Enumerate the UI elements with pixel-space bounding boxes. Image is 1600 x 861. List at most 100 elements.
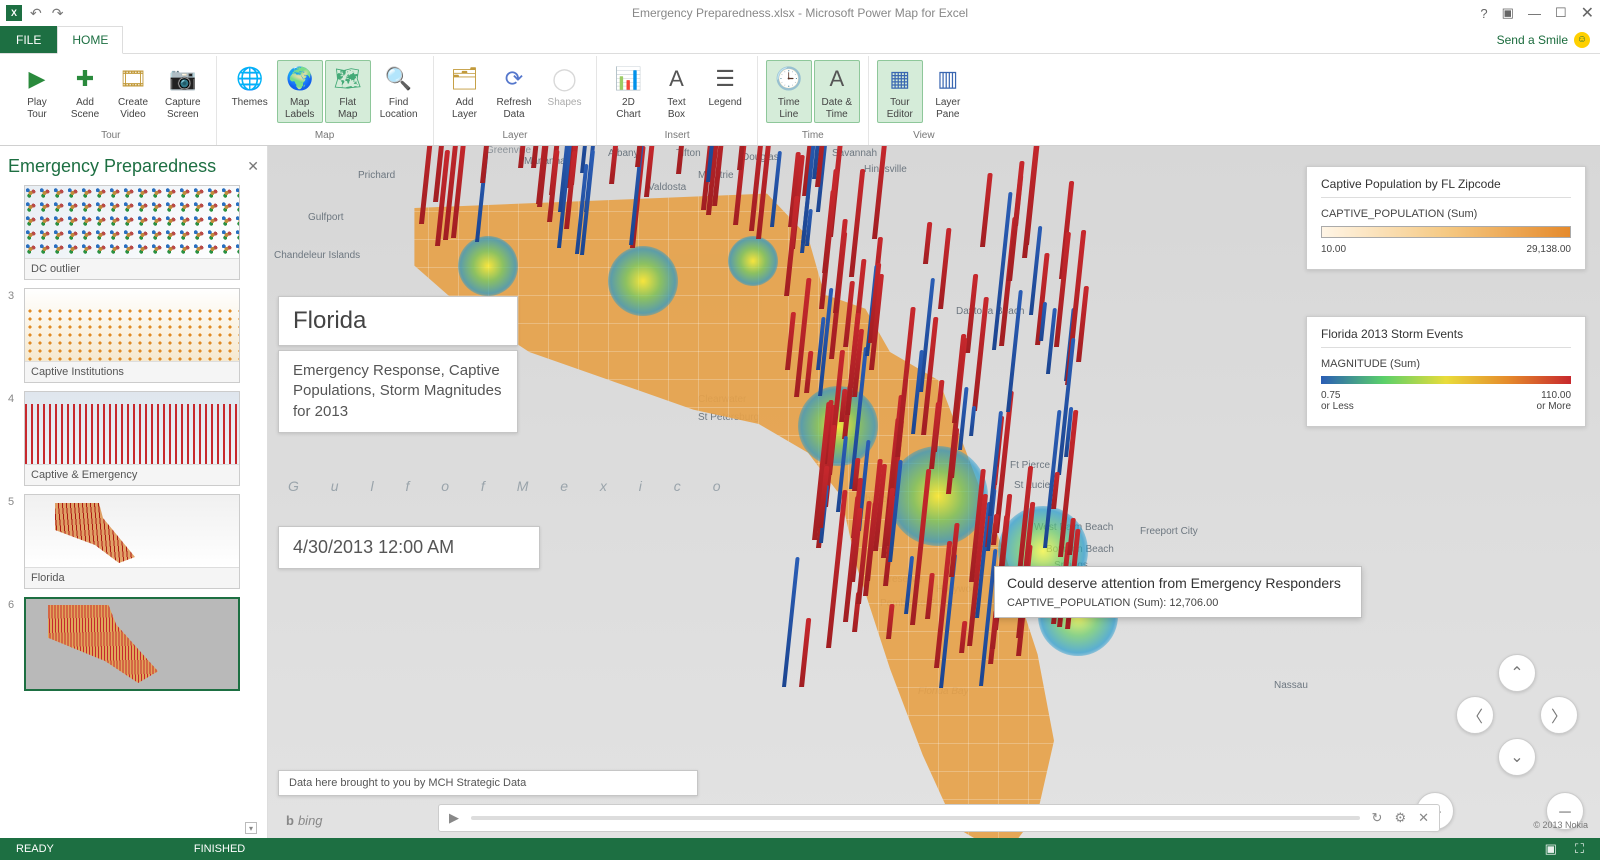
legend-captive-population[interactable]: Captive Population by FL Zipcode CAPTIVE… xyxy=(1306,166,1586,270)
description-box[interactable]: Emergency Response, Captive Populations,… xyxy=(278,350,518,433)
region-title-box[interactable]: Florida xyxy=(278,296,518,346)
legend-button[interactable]: ☰Legend xyxy=(701,60,748,112)
legend-field: CAPTIVE_POPULATION (Sum) xyxy=(1321,208,1571,220)
play-tour-button[interactable]: ▶Play Tour xyxy=(14,60,60,123)
legend-min: 0.75or Less xyxy=(1321,390,1354,412)
map-labels-button[interactable]: 🌍Map Labels xyxy=(277,60,323,123)
add-layer-button[interactable]: 🗂Add Layer xyxy=(442,60,488,123)
map-navigation: ⌃ 〈 〉 ⌄ xyxy=(1456,654,1580,778)
status-ready: READY xyxy=(16,843,54,855)
group-layer-label: Layer xyxy=(502,128,527,145)
loop-icon[interactable]: ↻ xyxy=(1372,810,1383,826)
themes-button[interactable]: 🌐Themes xyxy=(225,60,275,112)
group-view-label: View xyxy=(913,128,935,145)
redo-icon[interactable]: ↷ xyxy=(52,5,64,22)
scene-number xyxy=(8,185,18,187)
legend-gradient xyxy=(1321,226,1571,238)
scene-thumb-captive-emergency[interactable]: Captive & Emergency xyxy=(24,391,240,486)
legend-storm-events[interactable]: Florida 2013 Storm Events MAGNITUDE (Sum… xyxy=(1306,316,1586,427)
pan-left-button[interactable]: 〈 xyxy=(1456,696,1494,734)
scene-caption: Florida xyxy=(25,567,239,588)
scene-thumb-captive-institutions[interactable]: Captive Institutions xyxy=(24,288,240,383)
scene-pane-close-icon[interactable]: ✕ xyxy=(247,158,259,175)
globe-icon: 🌐 xyxy=(234,63,266,95)
find-location-button[interactable]: 🔍Find Location xyxy=(373,60,425,123)
close-icon[interactable]: ✕ xyxy=(1581,3,1594,23)
ribbon: ▶Play Tour ✚Add Scene 🎞Create Video 📷Cap… xyxy=(0,54,1600,146)
credit-text: Data here brought to you by MCH Strategi… xyxy=(289,777,526,789)
scene-scroll-down-icon[interactable]: ▾ xyxy=(245,822,257,834)
timeline-track[interactable] xyxy=(471,816,1360,820)
search-globe-icon: 🔍 xyxy=(383,63,415,95)
pan-right-button[interactable]: 〉 xyxy=(1540,696,1578,734)
send-a-smile[interactable]: Send a Smile ☺ xyxy=(1497,32,1590,48)
refresh-data-button[interactable]: ⟳Refresh Data xyxy=(490,60,539,123)
legend-field: MAGNITUDE (Sum) xyxy=(1321,358,1571,370)
tour-editor-button[interactable]: ▦Tour Editor xyxy=(877,60,923,123)
scene-thumb-dc-outlier[interactable]: DC outlier xyxy=(24,185,240,280)
scene-number: 4 xyxy=(8,391,18,405)
time-line-button[interactable]: 🕒Time Line xyxy=(766,60,812,123)
timeline-playbar[interactable]: ▶ ↻ ⚙ ✕ xyxy=(438,804,1440,832)
capture-screen-button[interactable]: 📷Capture Screen xyxy=(158,60,208,123)
scene-pane-title: Emergency Preparedness xyxy=(8,156,216,177)
excel-app-icon: X xyxy=(6,5,22,21)
create-video-button[interactable]: 🎞Create Video xyxy=(110,60,156,123)
scene-thumb-florida[interactable]: Florida xyxy=(24,494,240,589)
layers-add-icon: 🗂 xyxy=(449,63,481,95)
date-time-button[interactable]: ADate & Time xyxy=(814,60,860,123)
settings-gear-icon[interactable]: ⚙ xyxy=(1394,810,1406,826)
map-viewport[interactable]: Prichard Gulfport Chandeleur Islands Mar… xyxy=(268,146,1600,838)
file-tab[interactable]: FILE xyxy=(0,26,57,53)
region-title: Florida xyxy=(293,307,503,335)
datetime-icon: A xyxy=(821,63,853,95)
scene-pane: Emergency Preparedness ✕ DC outlier 3 Ca… xyxy=(0,146,268,838)
shapes-icon: ◯ xyxy=(548,63,580,95)
scene-caption: Captive & Emergency xyxy=(25,464,239,485)
scene-list[interactable]: DC outlier 3 Captive Institutions 4 Capt… xyxy=(8,185,259,822)
group-view: ▦Tour Editor ▥Layer Pane View xyxy=(869,56,979,145)
layer-pane-button[interactable]: ▥Layer Pane xyxy=(925,60,971,123)
pan-up-button[interactable]: ⌃ xyxy=(1498,654,1536,692)
pan-down-button[interactable]: ⌄ xyxy=(1498,738,1536,776)
timestamp-box[interactable]: 4/30/2013 12:00 AM xyxy=(278,526,540,569)
clock-icon: 🕒 xyxy=(773,63,805,95)
ribbon-tabstrip: FILE HOME Send a Smile ☺ xyxy=(0,26,1600,54)
minimize-icon[interactable]: — xyxy=(1528,6,1541,21)
scene-number: 5 xyxy=(8,494,18,508)
data-callout[interactable]: Could deserve attention from Emergency R… xyxy=(994,566,1362,618)
status-bar: READY FINISHED ▣ ⛶ xyxy=(0,838,1600,860)
text-box-button[interactable]: AText Box xyxy=(653,60,699,123)
play-button-icon[interactable]: ▶ xyxy=(449,810,459,826)
status-zoomfit-icon[interactable]: ⛶ xyxy=(1575,841,1584,857)
callout-title: Could deserve attention from Emergency R… xyxy=(1007,575,1349,591)
send-a-smile-label: Send a Smile xyxy=(1497,33,1568,47)
group-time-label: Time xyxy=(802,128,824,145)
home-tab[interactable]: HOME xyxy=(57,26,123,54)
maximize-icon[interactable]: ☐ xyxy=(1555,5,1567,21)
textbox-icon: A xyxy=(660,63,692,95)
undo-icon[interactable]: ↶ xyxy=(30,5,42,22)
group-tour: ▶Play Tour ✚Add Scene 🎞Create Video 📷Cap… xyxy=(6,56,217,145)
status-view-icon[interactable]: ▣ xyxy=(1545,841,1557,857)
window-title: Emergency Preparedness.xlsx - Microsoft … xyxy=(632,6,968,20)
nokia-attribution: © 2013 Nokia xyxy=(1533,820,1588,830)
group-layer: 🗂Add Layer ⟳Refresh Data ◯Shapes Layer xyxy=(434,56,598,145)
callout-detail: CAPTIVE_POPULATION (Sum): 12,706.00 xyxy=(1007,597,1349,609)
help-icon[interactable]: ? xyxy=(1480,6,1487,21)
city-label: Prichard xyxy=(358,170,395,181)
ribbon-options-icon[interactable]: ▣ xyxy=(1502,5,1514,21)
florida-shape xyxy=(398,146,1218,838)
legend-title: Florida 2013 Storm Events xyxy=(1321,327,1571,348)
flat-map-button[interactable]: 🗺Flat Map xyxy=(325,60,371,123)
credit-box[interactable]: Data here brought to you by MCH Strategi… xyxy=(278,770,698,796)
legend-title: Captive Population by FL Zipcode xyxy=(1321,177,1571,198)
city-label: Nassau xyxy=(1274,680,1308,691)
add-scene-button[interactable]: ✚Add Scene xyxy=(62,60,108,123)
shapes-button[interactable]: ◯Shapes xyxy=(541,60,589,112)
timeline-close-icon[interactable]: ✕ xyxy=(1418,810,1429,826)
plus-icon: ✚ xyxy=(69,63,101,95)
scene-thumb-current[interactable] xyxy=(24,597,240,691)
2d-chart-button[interactable]: 📊2D Chart xyxy=(605,60,651,123)
group-map: 🌐Themes 🌍Map Labels 🗺Flat Map 🔍Find Loca… xyxy=(217,56,434,145)
